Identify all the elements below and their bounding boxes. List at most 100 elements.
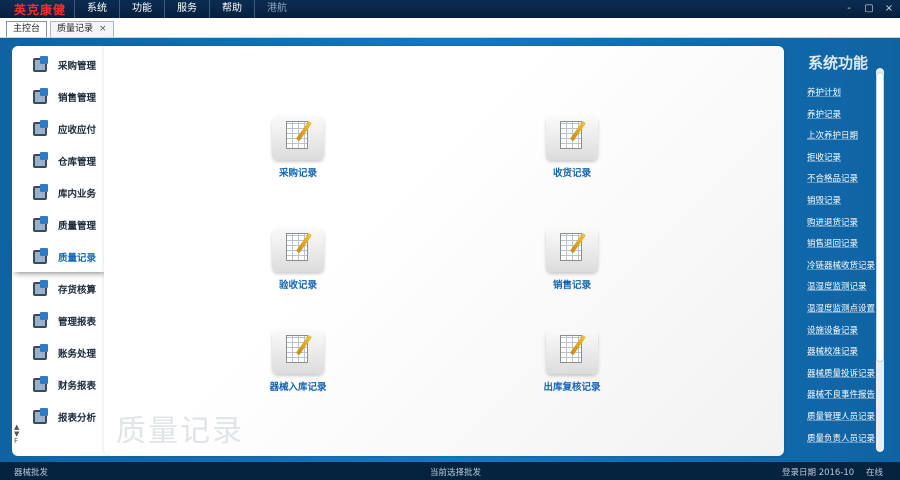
accounting-icon bbox=[32, 344, 50, 362]
function-link[interactable]: 器械质量投诉记录 bbox=[798, 364, 888, 386]
function-link[interactable]: 质量负责人员记录 bbox=[798, 429, 888, 451]
menu-function[interactable]: 功能 bbox=[119, 0, 164, 18]
stock-accounting-icon bbox=[32, 280, 50, 298]
warehouse-icon bbox=[32, 152, 50, 170]
nav-item-report-analysis[interactable]: 报表分析 bbox=[12, 402, 108, 432]
document-edit-icon bbox=[272, 228, 324, 272]
document-edit-icon bbox=[546, 228, 598, 272]
function-link[interactable]: 不合格品记录 bbox=[798, 169, 888, 191]
main-panel: 采购记录 收货记录 验收记录 销售记录 器械入库记录 出库复核记录 质量记录 bbox=[104, 46, 784, 456]
finance-report-icon bbox=[32, 376, 50, 394]
menu-service[interactable]: 服务 bbox=[164, 0, 209, 18]
tab-console[interactable]: 主控台 bbox=[6, 21, 48, 37]
nav-label: 采购管理 bbox=[58, 61, 97, 72]
nav-label: 库内业务 bbox=[58, 189, 97, 200]
scrollbar-thumb[interactable] bbox=[876, 72, 884, 362]
nav-item-warehouse[interactable]: 仓库管理 bbox=[12, 146, 108, 176]
tile-receipt-record[interactable]: 收货记录 bbox=[512, 116, 632, 186]
nav-label: 管理报表 bbox=[58, 317, 97, 328]
nav-more-icon[interactable]: F bbox=[14, 438, 19, 445]
tab-console-label: 主控台 bbox=[13, 24, 41, 34]
document-edit-icon bbox=[272, 330, 324, 374]
function-link[interactable]: 温湿度监测点设置 bbox=[798, 299, 888, 321]
sales-icon bbox=[32, 88, 50, 106]
maximize-icon[interactable]: ▢ bbox=[862, 2, 876, 15]
app-brand: 英克康健 bbox=[14, 2, 67, 17]
status-bar: 器械批发 当前选择批发 登录日期 2016-10 在线 bbox=[0, 462, 900, 480]
function-link[interactable]: 养护计划 bbox=[798, 83, 888, 105]
report-analysis-icon bbox=[32, 408, 50, 426]
nav-label: 报表分析 bbox=[58, 413, 97, 424]
window-controls: - ▢ × bbox=[842, 2, 896, 15]
tab-close-icon[interactable]: × bbox=[99, 22, 107, 37]
nav-label: 销售管理 bbox=[58, 93, 97, 104]
purchase-icon bbox=[32, 56, 50, 74]
nav-item-quality-record[interactable]: 质量记录 bbox=[12, 242, 108, 272]
nav-item-stock-accounting[interactable]: 存货核算 bbox=[12, 274, 108, 304]
nav-label: 质量管理 bbox=[58, 221, 97, 232]
document-edit-icon bbox=[546, 116, 598, 160]
nav-scroll-arrows: ▲ ▼ F bbox=[14, 424, 19, 445]
left-nav: 采购管理 销售管理 应收应付 仓库管理 库内业务 质量管理 质量记录 存货核算 … bbox=[12, 46, 108, 456]
tile-label: 采购记录 bbox=[278, 168, 317, 179]
function-link[interactable]: 温湿度监测记录 bbox=[798, 277, 888, 299]
tile-outbound-review-record[interactable]: 出库复核记录 bbox=[512, 330, 632, 400]
functions-scrollbar[interactable] bbox=[876, 68, 884, 452]
tile-sales-record[interactable]: 销售记录 bbox=[512, 228, 632, 298]
tab-quality-record[interactable]: 质量记录 × bbox=[50, 21, 114, 37]
nav-label: 存货核算 bbox=[58, 285, 97, 296]
tile-label: 器械入库记录 bbox=[269, 382, 327, 393]
status-business: 器械批发 bbox=[14, 468, 49, 478]
payables-icon bbox=[32, 120, 50, 138]
nav-item-payables[interactable]: 应收应付 bbox=[12, 114, 108, 144]
status-login-date: 登录日期 2016-10 bbox=[782, 468, 855, 478]
nav-item-quality[interactable]: 质量管理 bbox=[12, 210, 108, 240]
function-link[interactable]: 器械校准记录 bbox=[798, 342, 888, 364]
nav-label: 财务报表 bbox=[58, 381, 97, 392]
tile-label: 收货记录 bbox=[552, 168, 591, 179]
nav-item-accounting[interactable]: 账务处理 bbox=[12, 338, 108, 368]
tile-purchase-record[interactable]: 采购记录 bbox=[238, 116, 358, 186]
document-edit-icon bbox=[272, 116, 324, 160]
function-link[interactable]: 冷链器械收货记录 bbox=[798, 256, 888, 278]
function-link[interactable]: 销毁记录 bbox=[798, 191, 888, 213]
function-link[interactable]: 销售退回记录 bbox=[798, 234, 888, 256]
nav-item-sales[interactable]: 销售管理 bbox=[12, 82, 108, 112]
quality-record-icon bbox=[32, 248, 50, 266]
tab-strip: 主控台 质量记录 × bbox=[0, 18, 900, 38]
nav-item-management-report[interactable]: 管理报表 bbox=[12, 306, 108, 336]
menu-help[interactable]: 帮助 bbox=[209, 0, 254, 18]
function-link[interactable]: 养护记录 bbox=[798, 105, 888, 127]
function-link[interactable]: 器械不良事件报告 bbox=[798, 385, 888, 407]
inventory-icon bbox=[32, 184, 50, 202]
tab-quality-record-label: 质量记录 bbox=[57, 24, 94, 34]
menu-system[interactable]: 系统 bbox=[74, 0, 119, 18]
tile-acceptance-record[interactable]: 验收记录 bbox=[238, 228, 358, 298]
nav-item-inventory[interactable]: 库内业务 bbox=[12, 178, 108, 208]
nav-label: 应收应付 bbox=[58, 125, 97, 136]
section-watermark: 质量记录 bbox=[116, 414, 244, 449]
menu-extra[interactable]: 港航 bbox=[254, 0, 299, 18]
functions-panel: 系统功能 养护计划 养护记录 上次养护日期 拒收记录 不合格品记录 销毁记录 购… bbox=[798, 46, 888, 456]
document-edit-icon bbox=[546, 330, 598, 374]
management-report-icon bbox=[32, 312, 50, 330]
nav-item-finance-report[interactable]: 财务报表 bbox=[12, 370, 108, 400]
tile-label: 销售记录 bbox=[552, 280, 591, 291]
nav-label: 仓库管理 bbox=[58, 157, 97, 168]
minimize-icon[interactable]: - bbox=[842, 2, 856, 15]
tile-device-inbound-record[interactable]: 器械入库记录 bbox=[238, 330, 358, 400]
tile-label: 验收记录 bbox=[278, 280, 317, 291]
function-link[interactable]: 拒收记录 bbox=[798, 148, 888, 170]
nav-label: 账务处理 bbox=[58, 349, 97, 360]
function-link[interactable]: 上次养护日期 bbox=[798, 126, 888, 148]
tile-label: 出库复核记录 bbox=[543, 382, 601, 393]
nav-label: 质量记录 bbox=[58, 253, 97, 264]
function-link[interactable]: 质量管理人员记录 bbox=[798, 407, 888, 429]
function-link[interactable]: 设施设备记录 bbox=[798, 321, 888, 343]
menu-bar: 英克康健 系统 功能 服务 帮助 港航 - ▢ × bbox=[0, 0, 900, 18]
function-link[interactable]: 购进退货记录 bbox=[798, 213, 888, 235]
nav-item-purchase[interactable]: 采购管理 bbox=[12, 50, 108, 80]
close-icon[interactable]: × bbox=[882, 2, 896, 15]
status-online: 在线 bbox=[866, 468, 884, 478]
status-mode: 当前选择批发 bbox=[430, 468, 482, 478]
